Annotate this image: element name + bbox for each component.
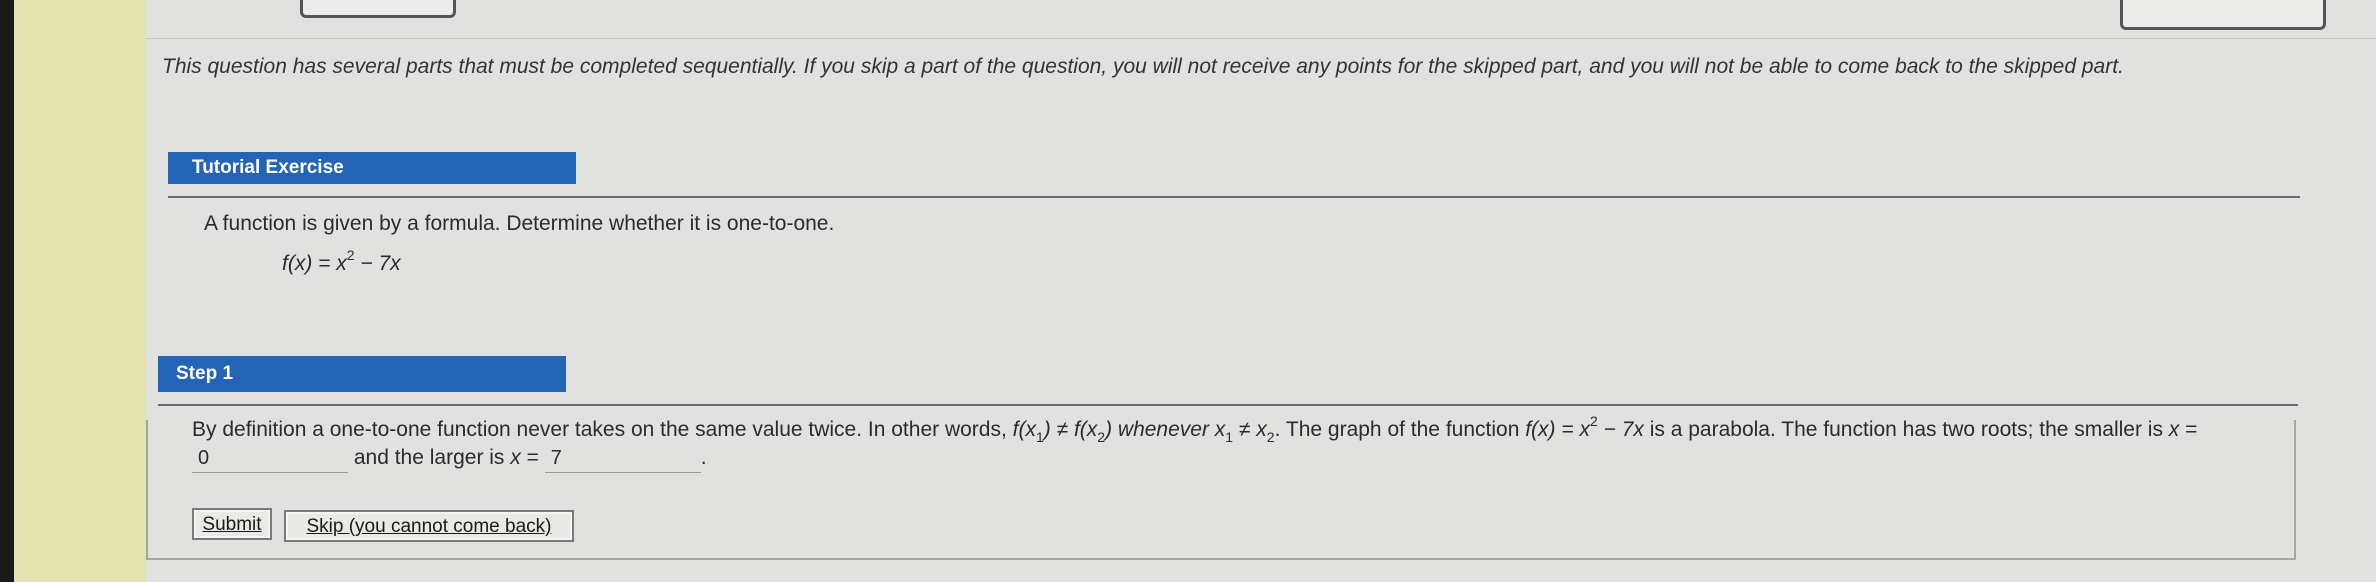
skip-button[interactable]: Skip (you cannot come back)	[284, 510, 574, 542]
submit-button[interactable]: Submit	[192, 508, 272, 540]
smaller-root-input[interactable]: 0	[192, 444, 348, 473]
sequential-notice: This question has several parts that mus…	[162, 55, 2124, 78]
formula-rhs: − 7x	[354, 252, 401, 275]
tutorial-rule	[168, 196, 2300, 198]
formula-exponent: 2	[346, 247, 355, 263]
top-divider	[146, 38, 2376, 39]
top-partial-button-left[interactable]	[300, 0, 456, 18]
screen-bezel	[0, 0, 14, 582]
left-margin-strip	[14, 0, 146, 582]
step-1-rule	[158, 404, 2298, 406]
formula-lhs: f(x) = x	[282, 252, 347, 275]
top-partial-button-right[interactable]	[2120, 0, 2326, 30]
step-1-header: Step 1	[158, 356, 566, 392]
larger-root-input[interactable]: 7	[544, 444, 701, 473]
tutorial-exercise-header: Tutorial Exercise	[168, 152, 576, 184]
tutorial-prompt: A function is given by a formula. Determ…	[204, 212, 835, 235]
step-1-text: By definition a one-to-one function neve…	[192, 414, 2312, 473]
function-formula: f(x) = x2 − 7x	[282, 248, 401, 276]
